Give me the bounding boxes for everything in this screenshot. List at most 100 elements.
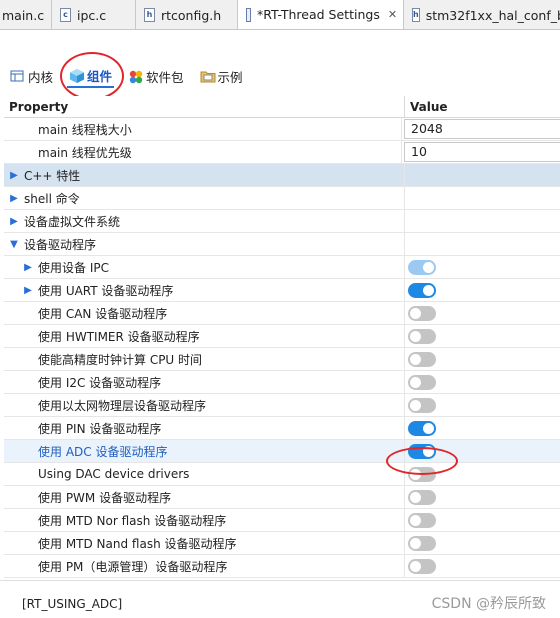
close-icon[interactable]: ✕ xyxy=(388,8,397,21)
editor-tab-4[interactable]: h stm32f1xx_hal_conf_ba xyxy=(404,0,560,29)
table-body: main 线程栈大小 2048 main 线程优先级 10 ▶ C++ 特性 ▶ shell … xyxy=(4,118,560,578)
column-header-value[interactable]: Value xyxy=(405,96,560,117)
table-row[interactable]: ▼ 设备驱动程序 xyxy=(4,233,560,256)
table-row[interactable]: Using DAC device drivers xyxy=(4,463,560,486)
table-row[interactable]: ▶ 设备虚拟文件系统 xyxy=(4,210,560,233)
property-label: shell 命令 xyxy=(24,191,80,206)
sub-tab-1[interactable]: 组件 xyxy=(67,64,115,88)
table-row[interactable]: ▶ 使用 UART 设备驱动程序 xyxy=(4,279,560,302)
toggle-knob xyxy=(410,560,421,572)
property-cell: 使用 PWM 设备驱动程序 xyxy=(4,486,405,508)
table-row[interactable]: 使用以太网物理层设备驱动程序 xyxy=(4,394,560,417)
value-cell xyxy=(405,532,560,554)
table-row[interactable]: 使用 I2C 设备驱动程序 xyxy=(4,371,560,394)
editor-tab-label: main.c xyxy=(2,7,45,23)
table-row[interactable]: main 线程优先级 10 xyxy=(4,141,560,164)
property-label: 使用 PIN 设备驱动程序 xyxy=(38,421,162,436)
value-cell xyxy=(405,187,560,209)
editor-tab-1[interactable]: c ipc.c xyxy=(52,0,136,29)
toggle-switch[interactable] xyxy=(408,374,436,390)
table-row[interactable]: 使用 PM（电源管理）设备驱动程序 xyxy=(4,555,560,578)
toggle-switch[interactable] xyxy=(408,420,436,436)
table-row[interactable]: 使能高精度时钟计算 CPU 时间 xyxy=(4,348,560,371)
toggle-knob xyxy=(423,284,434,296)
column-header-property[interactable]: Property xyxy=(4,96,405,117)
table-row[interactable]: ▶ shell 命令 xyxy=(4,187,560,210)
property-cell: 使用 CAN 设备驱动程序 xyxy=(4,302,405,324)
property-label: 设备驱动程序 xyxy=(24,237,97,252)
value-input[interactable]: 10 xyxy=(404,142,560,162)
sub-tab-label: 内核 xyxy=(28,69,54,85)
sub-tab-label: 示例 xyxy=(217,69,243,85)
watermark: CSDN @矜辰所致 xyxy=(431,596,546,612)
table-row[interactable]: 使用 ADC 设备驱动程序 xyxy=(4,440,560,463)
expand-arrow-icon[interactable]: ▶ xyxy=(8,216,20,227)
property-label: 使用 UART 设备驱动程序 xyxy=(38,283,174,298)
toggle-switch[interactable] xyxy=(408,558,436,574)
value-input[interactable]: 2048 xyxy=(404,119,560,139)
toggle-switch[interactable] xyxy=(408,259,436,275)
toggle-switch[interactable] xyxy=(408,466,436,482)
table-row[interactable]: main 线程栈大小 2048 xyxy=(4,118,560,141)
table-row[interactable]: 使用 PWM 设备驱动程序 xyxy=(4,486,560,509)
table-row[interactable]: 使用 CAN 设备驱动程序 xyxy=(4,302,560,325)
property-label: 使用 MTD Nor flash 设备驱动程序 xyxy=(38,513,227,528)
table-row[interactable]: ▶ C++ 特性 xyxy=(4,164,560,187)
sub-tab-0[interactable]: 内核 xyxy=(8,64,55,88)
table-row[interactable]: 使用 HWTIMER 设备驱动程序 xyxy=(4,325,560,348)
value-cell xyxy=(405,509,560,531)
toggle-switch[interactable] xyxy=(408,397,436,413)
property-cell: 使用 PM（电源管理）设备驱动程序 xyxy=(4,555,405,577)
toggle-knob xyxy=(410,376,421,388)
value-cell xyxy=(405,371,560,393)
sub-tab-3[interactable]: 示例 xyxy=(198,64,245,88)
toggle-switch[interactable] xyxy=(408,328,436,344)
expand-arrow-icon[interactable]: ▶ xyxy=(22,262,34,273)
property-cell: ▶ 使用设备 IPC xyxy=(4,256,405,278)
table-row[interactable]: 使用 MTD Nand flash 设备驱动程序 xyxy=(4,532,560,555)
expand-arrow-icon[interactable]: ▶ xyxy=(8,170,20,181)
toggle-switch[interactable] xyxy=(408,512,436,528)
property-label: main 线程栈大小 xyxy=(38,122,132,137)
property-cell: 使用 I2C 设备驱动程序 xyxy=(4,371,405,393)
toggle-switch[interactable] xyxy=(408,535,436,551)
property-cell: 使能高精度时钟计算 CPU 时间 xyxy=(4,348,405,370)
editor-tab-label: rtconfig.h xyxy=(161,7,222,23)
toggle-knob xyxy=(423,261,434,273)
toggle-knob xyxy=(410,353,421,365)
property-label: 使用 PWM 设备驱动程序 xyxy=(38,490,172,505)
editor-tab-0[interactable]: main.c xyxy=(0,0,52,29)
toggle-switch[interactable] xyxy=(408,305,436,321)
h-file-icon: h xyxy=(412,8,420,22)
cube-icon xyxy=(69,68,85,83)
table-row[interactable]: 使用 MTD Nor flash 设备驱动程序 xyxy=(4,509,560,532)
toggle-switch[interactable] xyxy=(408,351,436,367)
property-cell: 使用 MTD Nor flash 设备驱动程序 xyxy=(4,509,405,531)
value-cell xyxy=(405,233,560,255)
value-cell xyxy=(405,325,560,347)
expand-arrow-icon[interactable]: ▶ xyxy=(22,285,34,296)
editor-tab-label: ipc.c xyxy=(77,7,107,23)
table-row[interactable]: 使用 PIN 设备驱动程序 xyxy=(4,417,560,440)
h-file-icon: h xyxy=(144,8,155,22)
property-cell: 使用 MTD Nand flash 设备驱动程序 xyxy=(4,532,405,554)
table-row[interactable]: ▶ 使用设备 IPC xyxy=(4,256,560,279)
sub-tab-2[interactable]: 软件包 xyxy=(126,64,186,88)
toggle-switch[interactable] xyxy=(408,489,436,505)
editor-tab-3[interactable]: *RT-Thread Settings ✕ xyxy=(238,0,404,29)
expand-arrow-icon[interactable]: ▶ xyxy=(8,193,20,204)
toggle-switch[interactable] xyxy=(408,282,436,298)
value-cell xyxy=(405,256,560,278)
property-label: C++ 特性 xyxy=(24,168,81,183)
property-cell: ▶ 使用 UART 设备驱动程序 xyxy=(4,279,405,301)
property-cell: ▼ 设备驱动程序 xyxy=(4,233,405,255)
property-cell: 使用 PIN 设备驱动程序 xyxy=(4,417,405,439)
collapse-arrow-icon[interactable]: ▼ xyxy=(8,239,20,250)
status-footer: [RT_USING_ADC] CSDN @矜辰所致 xyxy=(0,580,560,618)
value-cell: 10 xyxy=(402,141,560,163)
editor-tab-2[interactable]: h rtconfig.h xyxy=(136,0,238,29)
value-cell xyxy=(405,302,560,324)
property-cell: ▶ C++ 特性 xyxy=(4,164,405,186)
property-cell: ▶ 设备虚拟文件系统 xyxy=(4,210,405,232)
toggle-switch[interactable] xyxy=(408,443,436,459)
